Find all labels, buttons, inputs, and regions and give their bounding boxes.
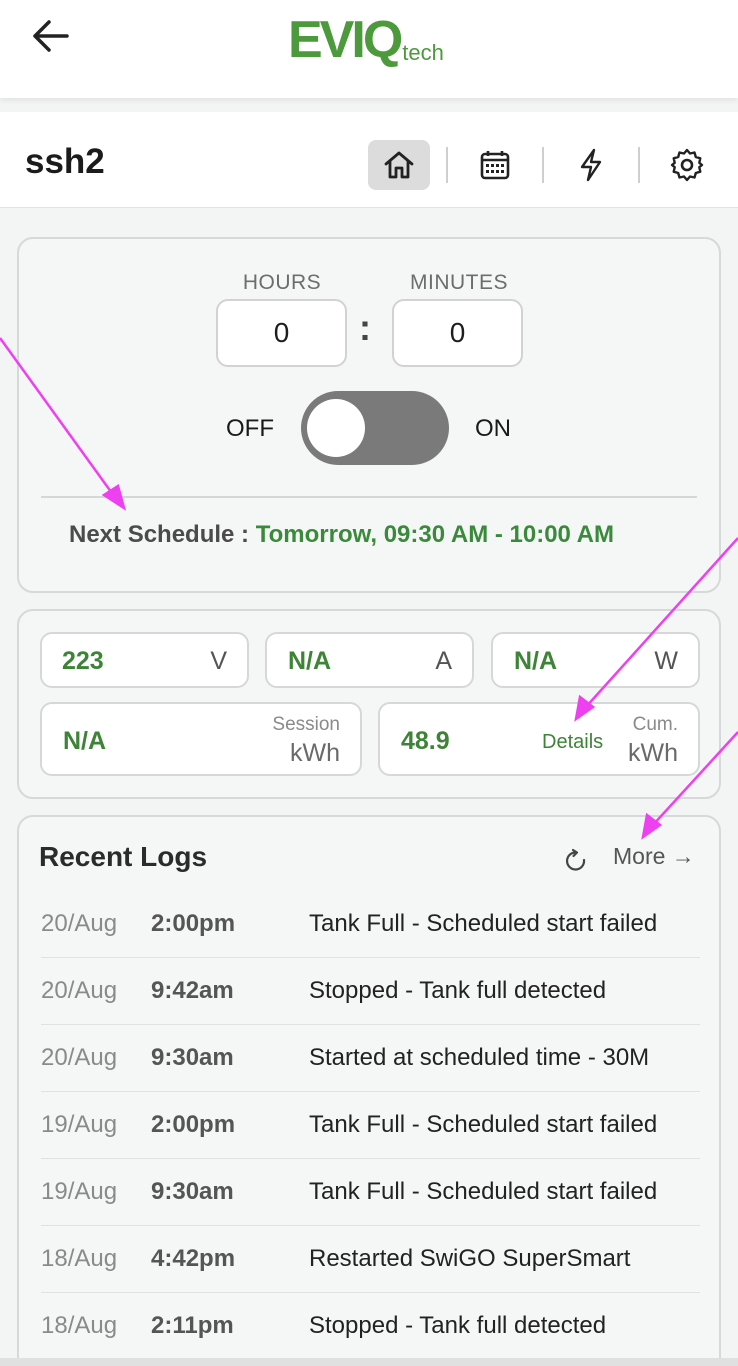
nav-home-button[interactable] [368,140,430,190]
cumulative-energy-metric[interactable]: 48.9 Details Cum. kWh [378,702,700,776]
hours-label: HOURS [242,271,322,294]
minutes-input[interactable]: 0 [392,299,523,367]
power-toggle[interactable] [301,391,449,465]
voltage-metric: 223 V [40,632,249,688]
log-date: 19/Aug [41,1111,118,1138]
current-unit: A [435,647,452,675]
log-time: 9:30am [151,1178,234,1205]
timer-card: HOURS MINUTES 0 : 0 OFF ON Next Schedule… [17,237,721,593]
log-time: 4:42pm [151,1245,236,1272]
log-time: 2:00pm [151,910,236,937]
time-separator: : [359,307,371,348]
metrics-card: 223 V N/A A N/A W N/A Session kWh 48.9 D… [17,609,721,799]
log-message: Restarted SwiGO SuperSmart [309,1245,631,1272]
current-value: N/A [288,647,332,675]
log-row: 19/Aug 9:30am Tank Full - Scheduled star… [41,1159,700,1226]
log-time: 2:11pm [151,1312,234,1339]
log-message: Stopped - Tank full detected [309,977,607,1004]
log-date: 18/Aug [41,1312,118,1339]
cumulative-value: 48.9 [401,727,450,755]
session-unit: kWh [290,739,340,767]
log-row: 19/Aug 2:00pm Tank Full - Scheduled star… [41,1092,700,1159]
gear-icon [670,148,704,182]
home-icon [384,151,414,179]
recent-logs-card: Recent Logs More → 20/Aug 2:00pm Tank Fu… [17,815,721,1366]
session-value: N/A [63,727,107,755]
log-time: 9:42am [151,977,234,1004]
schedule-label: Next Schedule : [69,521,256,548]
device-nav [368,140,718,190]
app-bar: EVIQ tech [0,0,738,98]
more-link[interactable]: More → [613,843,695,870]
logo: EVIQ tech [288,11,444,69]
current-metric: N/A A [265,632,474,688]
log-row: 18/Aug 4:42pm Restarted SwiGO SuperSmart [41,1226,700,1293]
divider [41,496,697,498]
nav-schedule-button[interactable] [464,140,526,190]
log-time: 2:00pm [151,1111,236,1138]
back-arrow-icon [33,20,69,52]
hours-input[interactable]: 0 [216,299,347,367]
back-button[interactable] [28,16,72,56]
cumulative-label: Cum. [632,714,678,735]
log-row: 20/Aug 9:42am Stopped - Tank full detect… [41,958,700,1025]
log-message: Started at scheduled time - 30M [309,1044,650,1071]
nav-separator [542,147,544,183]
bottom-edge [0,1358,738,1366]
log-date: 20/Aug [41,910,118,937]
minutes-label: MINUTES [410,271,508,294]
refresh-icon[interactable] [563,847,589,875]
session-energy-metric: N/A Session kWh [40,702,362,776]
schedule-value: Tomorrow, 09:30 AM - 10:00 AM [255,521,615,548]
off-label: OFF [226,415,274,442]
log-row: 20/Aug 2:00pm Tank Full - Scheduled star… [41,891,700,958]
next-schedule: Next Schedule : Tomorrow, 09:30 AM - 10:… [69,521,614,549]
nav-separator [446,147,448,183]
log-date: 20/Aug [41,1044,118,1071]
power-metric: N/A W [491,632,700,688]
log-time: 9:30am [151,1044,234,1071]
session-label: Session [272,714,340,735]
calendar-icon [480,151,510,180]
log-date: 20/Aug [41,977,118,1004]
device-header: ssh2 [0,112,738,208]
log-message: Tank Full - Scheduled start failed [309,910,658,937]
log-row: 18/Aug 2:11pm Stopped - Tank full detect… [41,1293,700,1360]
nav-power-button[interactable] [560,140,622,190]
on-label: ON [475,415,511,442]
voltage-unit: V [210,647,227,675]
power-value: N/A [514,647,558,675]
log-message: Tank Full - Scheduled start failed [309,1111,658,1138]
nav-separator [638,147,640,183]
log-date: 18/Aug [41,1245,118,1272]
log-row: 20/Aug 9:30am Started at scheduled time … [41,1025,700,1092]
nav-settings-button[interactable] [656,140,718,190]
log-message: Stopped - Tank full detected [309,1312,607,1339]
power-unit: W [654,647,678,675]
toggle-knob [307,399,365,457]
lightning-icon [580,148,602,182]
cumulative-unit: kWh [628,739,678,767]
voltage-value: 223 [62,647,104,675]
log-message: Tank Full - Scheduled start failed [309,1178,658,1205]
logs-list: 20/Aug 2:00pm Tank Full - Scheduled star… [41,891,700,1360]
log-date: 19/Aug [41,1178,118,1205]
details-link[interactable]: Details [542,731,603,754]
device-name: ssh2 [25,142,105,181]
logs-title: Recent Logs [39,841,208,872]
